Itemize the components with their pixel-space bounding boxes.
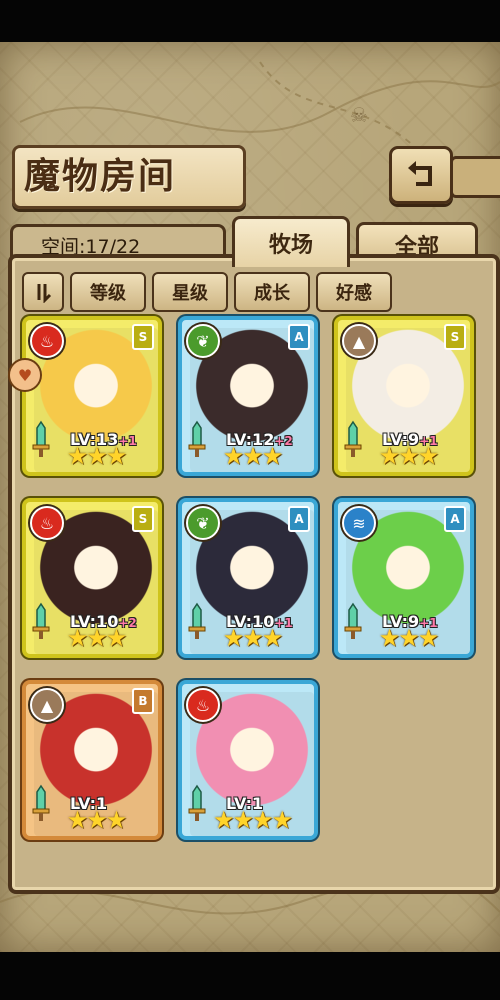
status-bar — [0, 0, 500, 42]
fire-element-icon: ♨ — [30, 324, 64, 358]
sort-label: 好感 — [336, 283, 372, 304]
sort-order-toggle[interactable] — [22, 272, 64, 312]
nature-element-icon: ❦ — [186, 506, 220, 540]
rank-badge: A — [444, 506, 466, 532]
rank-badge: B — [132, 688, 154, 714]
monster-card[interactable]: ♨ LV:1 ★★★★ — [178, 680, 318, 840]
monster-card[interactable]: ▲ S LV:9+1 ★★★ — [334, 316, 474, 476]
sort-by-level-button[interactable]: 等级 — [70, 272, 146, 312]
sort-order-icon — [37, 284, 52, 303]
star-rating: ★★★ — [66, 442, 128, 470]
star-rating: ★★★★ — [212, 806, 293, 834]
sort-label: 成长 — [254, 283, 290, 304]
star-rating: ★★★ — [222, 442, 284, 470]
return-arrow-icon — [408, 161, 432, 186]
sort-by-affection-button[interactable]: 好感 — [316, 272, 392, 312]
favorite-badge-icon[interactable]: ♥ — [8, 358, 42, 392]
rank-badge: S — [132, 506, 154, 532]
back-button-tail — [450, 156, 500, 198]
rank-badge: A — [288, 506, 310, 532]
monster-card[interactable]: ▲ B LV:1 ★★★ — [22, 680, 162, 840]
monster-card[interactable]: ❦ A LV:10+1 ★★★ — [178, 498, 318, 658]
water-element-icon: ≋ — [342, 506, 376, 540]
rank-badge: A — [288, 324, 310, 350]
tab-farm-label: 牧场 — [268, 233, 313, 258]
star-rating: ★★★ — [378, 442, 440, 470]
star-rating: ★★★ — [378, 624, 440, 652]
star-rating: ★★★ — [66, 624, 128, 652]
page-title: 魔物房间 — [24, 155, 177, 197]
monster-card[interactable]: ♨ S LV:13+1 ★★★ — [22, 316, 162, 476]
navigation-bar — [0, 952, 500, 1000]
svg-text:☠: ☠ — [350, 103, 368, 127]
rank-badge: S — [132, 324, 154, 350]
sort-by-stars-button[interactable]: 星级 — [152, 272, 228, 312]
monster-card[interactable]: ≋ A LV:9+1 ★★★ — [334, 498, 474, 658]
monster-card[interactable]: ♨ S LV:10+2 ★★★ — [22, 498, 162, 658]
star-rating: ★★★ — [66, 806, 128, 834]
star-rating: ★★★ — [222, 624, 284, 652]
back-button[interactable] — [389, 146, 453, 204]
sort-by-growth-button[interactable]: 成长 — [234, 272, 310, 312]
earth-element-icon: ▲ — [30, 688, 64, 722]
earth-element-icon: ▲ — [342, 324, 376, 358]
fire-element-icon: ♨ — [186, 688, 220, 722]
sort-label: 星级 — [172, 283, 208, 304]
rank-badge: S — [444, 324, 466, 350]
fire-element-icon: ♨ — [30, 506, 64, 540]
sort-label: 等级 — [90, 283, 126, 304]
monster-card[interactable]: ❦ A LV:12+2 ★★★ — [178, 316, 318, 476]
tab-farm[interactable]: 牧场 — [232, 216, 350, 267]
nature-element-icon: ❦ — [186, 324, 220, 358]
